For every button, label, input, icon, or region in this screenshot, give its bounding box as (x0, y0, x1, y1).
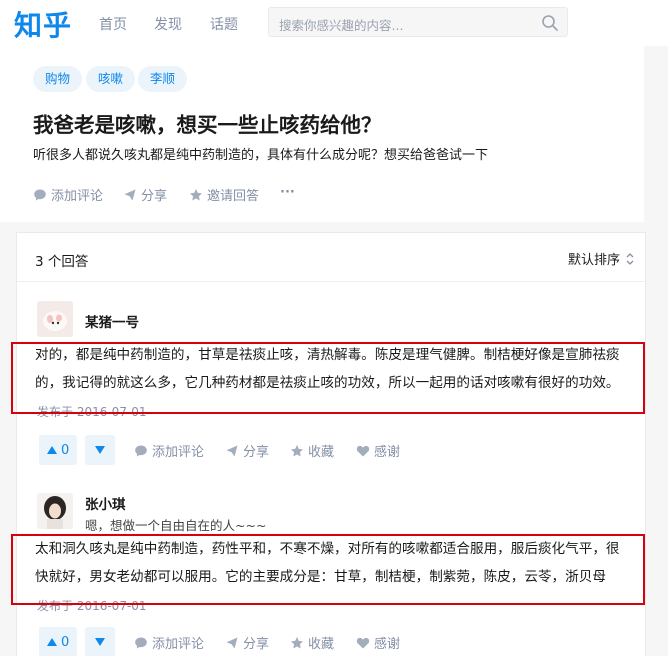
thanks-label: 感谢 (374, 445, 401, 460)
topic-tag-shopping[interactable]: 购物 (33, 66, 83, 92)
share-icon (124, 189, 136, 200)
add-comment-button[interactable]: 添加评论 (134, 441, 204, 460)
question-title[interactable]: 我爸老是咳嗽，想买一些止咳药给他？ (33, 108, 382, 138)
answer-line: 的，我记得的就这么多，它几种药材都是祛痰止咳的功效，所以一起用的话对咳嗽有很好的… (35, 375, 620, 391)
sort-label: 默认排序 (567, 253, 620, 268)
sort-toggle-icon (626, 252, 634, 265)
answer-content: 太和洞久咳丸是纯中药制造，药性平和，不寒不燥，对所有的咳嗽都适合服用，服后痰化气… (35, 535, 647, 591)
add-comment-label: 添加评论 (152, 637, 205, 652)
comment-icon (135, 445, 147, 456)
answer-count: 3 个回答 (35, 254, 89, 270)
collect-button[interactable]: 收藏 (290, 441, 334, 460)
share-label: 分享 (141, 189, 168, 204)
thanks-label: 感谢 (374, 637, 401, 652)
search-input[interactable]: 搜索你感兴趣的内容... (268, 7, 568, 37)
topic-tag-lishun[interactable]: 李顺 (138, 66, 188, 92)
publish-date[interactable]: 发布于 2016-07-01 (37, 403, 147, 420)
star-icon (190, 188, 202, 200)
upvote-arrow-icon (47, 446, 57, 454)
invite-answer-label: 邀请回答 (207, 189, 260, 204)
answer-content: 对的，都是纯中药制造的，甘草是祛痰止咳，清热解毒。陈皮是理气健脾。制桔梗好像是宣… (35, 341, 647, 397)
header-divider (17, 281, 645, 282)
collect-label: 收藏 (308, 637, 335, 652)
star-icon (291, 444, 303, 456)
answer-line: 太和洞久咳丸是纯中药制造，药性平和，不寒不燥，对所有的咳嗽都适合服用，服后痰化气… (35, 541, 620, 557)
avatar[interactable] (37, 493, 73, 529)
downvote-arrow-icon (95, 638, 105, 646)
share-button[interactable]: 分享 (225, 633, 269, 652)
add-comment-button[interactable]: 添加评论 (33, 185, 103, 204)
downvote-arrow-icon (95, 446, 105, 454)
share-button[interactable]: 分享 (225, 441, 269, 460)
comment-icon (34, 189, 46, 200)
top-bar: 知乎 首页 发现 话题 搜索你感兴趣的内容... (0, 0, 668, 46)
upvote-button[interactable]: 0 (39, 627, 78, 656)
vote-count: 0 (61, 634, 70, 650)
heart-icon (356, 637, 370, 648)
vote-count: 0 (61, 442, 70, 458)
comment-icon (135, 637, 147, 648)
question-detail: 听很多人都说久咳丸都是纯中药制造的，具体有什么成分呢？想买给爸爸试一下 (33, 148, 489, 163)
share-icon (226, 445, 238, 456)
upvote-arrow-icon (47, 638, 57, 646)
add-comment-button[interactable]: 添加评论 (134, 633, 204, 652)
avatar[interactable] (37, 301, 73, 337)
sort-dropdown[interactable]: 默认排序 (568, 249, 635, 268)
thanks-button[interactable]: 感谢 (356, 633, 400, 652)
author-name[interactable]: 某猪一号 (85, 311, 139, 331)
publish-date[interactable]: 发布于 2016-07-01 (37, 597, 147, 614)
share-button[interactable]: 分享 (123, 185, 167, 204)
heart-icon (356, 445, 370, 456)
upvote-button[interactable]: 0 (39, 435, 78, 465)
nav-home[interactable]: 首页 (99, 14, 127, 34)
collect-button[interactable]: 收藏 (290, 633, 334, 652)
star-icon (291, 636, 303, 648)
answer-line: 对的，都是纯中药制造的，甘草是祛痰止咳，清热解毒。陈皮是理气健脾。制桔梗好像是宣… (35, 347, 620, 363)
add-comment-label: 添加评论 (51, 189, 104, 204)
share-label: 分享 (243, 445, 270, 460)
invite-answer-button[interactable]: 邀请回答 (189, 185, 259, 204)
more-button[interactable]: ··· (280, 185, 295, 200)
share-icon (226, 637, 238, 648)
downvote-button[interactable] (85, 435, 115, 465)
author-name[interactable]: 张小琪 (85, 493, 126, 513)
search-icon[interactable] (541, 14, 559, 32)
add-comment-label: 添加评论 (152, 445, 205, 460)
answers-card: 3 个回答 默认排序 某猪一号 对的，都是纯中药制造的，甘草是祛痰止咳，清热解毒… (16, 232, 646, 656)
search-placeholder: 搜索你感兴趣的内容... (279, 18, 404, 33)
author-bio: 嗯，想做一个自由自在的人~~~ (85, 518, 267, 533)
answer-line: 快就好，男女老幼都可以服用。它的主要成分是：甘草，制桔梗，制紫菀，陈皮，云苓，浙… (35, 569, 606, 585)
zhihu-logo[interactable]: 知乎 (14, 4, 72, 44)
question-card: 购物 咳嗽 李顺 我爸老是咳嗽，想买一些止咳药给他？ 听很多人都说久咳丸都是纯中… (0, 46, 644, 222)
nav-explore[interactable]: 发现 (154, 14, 182, 34)
thanks-button[interactable]: 感谢 (356, 441, 400, 460)
nav-topics[interactable]: 话题 (210, 14, 238, 34)
topic-tag-cough[interactable]: 咳嗽 (86, 66, 136, 92)
share-label: 分享 (243, 637, 270, 652)
collect-label: 收藏 (308, 445, 335, 460)
downvote-button[interactable] (85, 627, 115, 656)
